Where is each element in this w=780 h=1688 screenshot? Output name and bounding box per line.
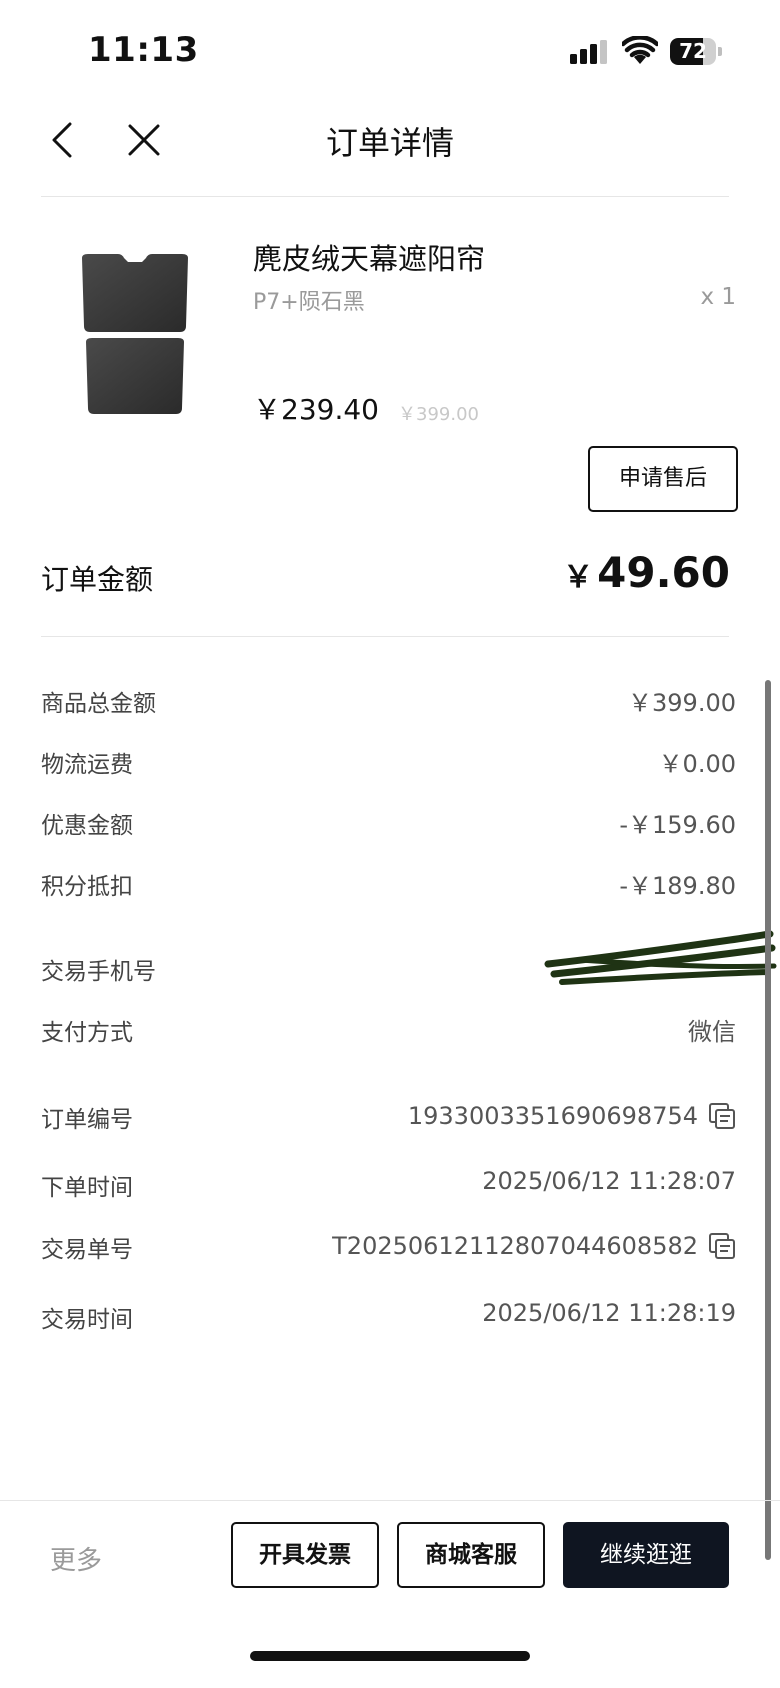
product-original-price: ￥399.00 bbox=[398, 404, 479, 425]
page-title: 订单详情 bbox=[325, 124, 454, 162]
order-total-number: 49.60 bbox=[597, 548, 730, 597]
row-value-discount: -￥159.60 bbox=[619, 811, 736, 839]
row-label-transaction-number: 交易单号 bbox=[41, 1237, 133, 1263]
row-label-transaction-time: 交易时间 bbox=[41, 1307, 133, 1333]
customer-service-button[interactable]: 商城客服 bbox=[397, 1522, 545, 1588]
total-divider bbox=[41, 636, 729, 637]
product-price: ￥239.40 bbox=[253, 393, 379, 426]
product-quantity: x 1 bbox=[700, 284, 736, 310]
cellular-signal-icon bbox=[570, 40, 607, 64]
row-value-goods-total: ￥399.00 bbox=[628, 689, 736, 717]
apply-after-sale-button[interactable]: 申请售后 bbox=[588, 446, 738, 512]
row-label-goods-total: 商品总金额 bbox=[41, 691, 156, 717]
issue-invoice-button[interactable]: 开具发票 bbox=[231, 1522, 379, 1588]
continue-shopping-button[interactable]: 继续逛逛 bbox=[563, 1522, 729, 1588]
row-label-order-number: 订单编号 bbox=[41, 1107, 133, 1133]
battery-level: 72 bbox=[679, 39, 707, 63]
product-name[interactable]: 麂皮绒天幕遮阳帘 bbox=[253, 236, 485, 278]
row-value-order-number: 1933003351690698754 bbox=[408, 1102, 736, 1130]
order-total-amount: ￥49.60 bbox=[563, 548, 730, 597]
header-divider bbox=[41, 196, 729, 197]
transaction-number: T2025061211280704460858​2 bbox=[332, 1232, 698, 1260]
order-detail-page: 11:13 72 订单详情 麂皮绒天幕遮阳帘 P7+陨石黑 x 1 ￥239.4… bbox=[0, 0, 780, 1688]
bottom-bar-divider bbox=[0, 1500, 780, 1501]
row-value-transaction-time: 2025/06/12 11:28:19 bbox=[482, 1299, 736, 1327]
row-label-discount: 优惠金额 bbox=[41, 813, 133, 839]
product-image[interactable] bbox=[70, 248, 200, 418]
row-label-points-deduction: 积分抵扣 bbox=[41, 874, 133, 900]
copy-icon[interactable] bbox=[708, 1232, 736, 1260]
copy-icon[interactable] bbox=[708, 1102, 736, 1130]
status-bar: 11:13 72 bbox=[0, 0, 780, 100]
row-value-order-time: 2025/06/12 11:28:07 bbox=[482, 1167, 736, 1195]
currency-symbol: ￥ bbox=[563, 560, 594, 595]
row-label-shipping: 物流运费 bbox=[41, 752, 133, 778]
row-value-payment-method: 微信 bbox=[688, 1018, 736, 1046]
order-number: 1933003351690698754 bbox=[407, 1102, 698, 1130]
status-time: 11:13 bbox=[88, 30, 199, 70]
scrollbar[interactable] bbox=[765, 680, 771, 1560]
product-variant: P7+陨石黑 bbox=[253, 290, 365, 315]
row-label-order-time: 下单时间 bbox=[41, 1175, 133, 1201]
nav-bar: 订单详情 bbox=[0, 100, 780, 196]
row-value-shipping: ￥0.00 bbox=[658, 750, 736, 778]
row-value-transaction-number: T2025061211280704460858​2 bbox=[332, 1232, 736, 1260]
row-label-payment-method: 支付方式 bbox=[41, 1020, 133, 1046]
wifi-icon bbox=[622, 36, 658, 64]
battery-icon: 72 bbox=[670, 38, 722, 65]
home-indicator bbox=[250, 1651, 530, 1661]
order-total-label: 订单金额 bbox=[41, 563, 154, 596]
row-label-phone: 交易手机号 bbox=[41, 959, 156, 985]
more-button[interactable]: 更多 bbox=[50, 1540, 102, 1577]
row-value-points-deduction: -￥189.80 bbox=[619, 872, 736, 900]
redaction-scribble bbox=[544, 930, 777, 985]
